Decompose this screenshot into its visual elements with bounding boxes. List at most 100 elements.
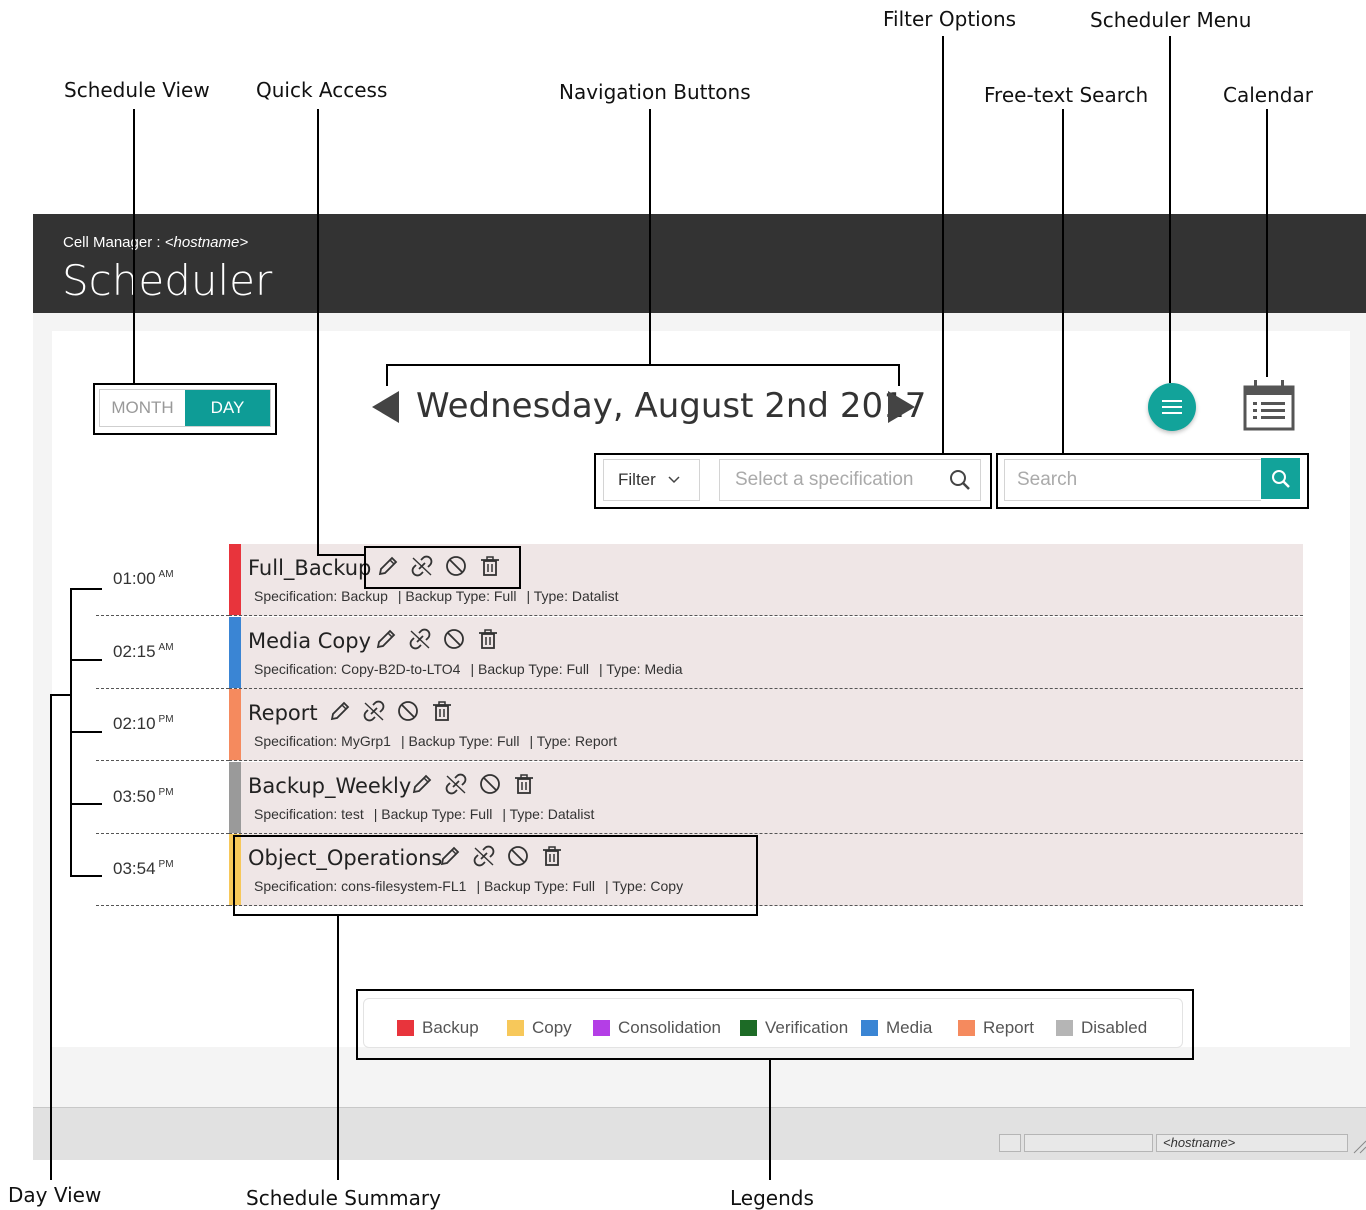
- time-separator: [96, 760, 229, 761]
- quick-access-actions: [328, 699, 454, 728]
- schedule-row[interactable]: Media Copy Specification: Copy-B2D-to-LTO…: [229, 617, 1303, 689]
- backup-type-label: | Backup Type:: [397, 588, 494, 604]
- leader-line: [133, 109, 135, 384]
- callout-legends: Legends: [730, 1186, 814, 1210]
- time-ampm: AM: [158, 569, 174, 581]
- schedule-row[interactable]: Report Specification: MyGrp1 | Backup Type…: [229, 689, 1303, 761]
- schedule-details: Specification: MyGrp1 | Backup Type: Full…: [254, 733, 617, 749]
- edit-icon[interactable]: [328, 699, 352, 728]
- cell-manager-hostname: <hostname>: [164, 234, 249, 251]
- leader-line: [1062, 109, 1064, 454]
- schedule-row[interactable]: Backup_Weekly Specification: test | Backup…: [229, 762, 1303, 834]
- disable-icon[interactable]: [442, 627, 466, 656]
- spec-value: Backup: [341, 588, 388, 604]
- time-value: 02:15: [113, 642, 156, 661]
- leader-line: [337, 914, 339, 1180]
- spec-value: MyGrp1: [341, 733, 391, 749]
- schedule-details: Specification: Copy-B2D-to-LTO4 | Backup …: [254, 661, 683, 677]
- callout-navigation-buttons: Navigation Buttons: [559, 80, 751, 104]
- type-value: Datalist: [571, 588, 619, 604]
- status-hostname: <hostname>: [1156, 1134, 1348, 1152]
- edit-icon[interactable]: [410, 772, 434, 801]
- type-value: Report: [574, 733, 617, 749]
- backup-type-value: Full: [469, 806, 493, 822]
- disable-icon[interactable]: [478, 772, 502, 801]
- backup-type-label: | Backup Type:: [373, 806, 470, 822]
- time-ampm: PM: [158, 787, 174, 799]
- type-value: Datalist: [547, 806, 595, 822]
- callout-schedule-view: Schedule View: [64, 78, 210, 102]
- next-day-icon[interactable]: [886, 390, 916, 424]
- leader-line: [769, 1058, 771, 1180]
- leader-line: [70, 875, 102, 877]
- quick-access-actions: [410, 772, 536, 801]
- backup-type-value: Full: [493, 588, 517, 604]
- edit-icon[interactable]: [374, 627, 398, 656]
- time-value: 03:50: [113, 787, 156, 806]
- backup-type-label: | Backup Type:: [470, 661, 567, 677]
- schedule-name[interactable]: Media Copy: [248, 629, 371, 653]
- time-label: 02:15 AM: [113, 642, 174, 662]
- type-label: | Type:: [502, 806, 548, 822]
- callout-scheduler-menu: Scheduler Menu: [1090, 8, 1252, 32]
- time-separator: [96, 688, 229, 689]
- leader-line: [50, 694, 52, 1180]
- callout-quick-access: Quick Access: [256, 78, 388, 102]
- time-value: 03:54: [113, 859, 156, 878]
- callout-calendar: Calendar: [1223, 83, 1313, 107]
- spec-label: Specification:: [254, 806, 342, 822]
- disable-icon[interactable]: [396, 699, 420, 728]
- unlink-icon[interactable]: [362, 699, 386, 728]
- leader-line: [70, 659, 102, 661]
- schedule-type-stripe: [229, 689, 241, 760]
- highlight-box: [996, 453, 1309, 509]
- callout-schedule-summary: Schedule Summary: [246, 1186, 441, 1210]
- type-value: Media: [644, 661, 683, 677]
- leader-line: [70, 803, 102, 805]
- leader-line: [386, 364, 388, 386]
- calendar-icon[interactable]: [1241, 377, 1297, 433]
- time-separator: [96, 615, 229, 616]
- leader-line: [649, 109, 651, 365]
- leader-line: [50, 694, 71, 696]
- type-label: | Type:: [529, 733, 575, 749]
- previous-day-icon[interactable]: [371, 390, 401, 424]
- schedule-name[interactable]: Full_Backup: [248, 556, 371, 580]
- leader-line: [70, 588, 102, 590]
- leader-line: [70, 731, 102, 733]
- spec-value: test: [341, 806, 364, 822]
- time-ampm: AM: [158, 642, 174, 654]
- time-label: 03:50 PM: [113, 787, 174, 807]
- time-value: 02:10: [113, 714, 156, 733]
- delete-icon[interactable]: [476, 627, 500, 656]
- page-title: Scheduler: [62, 256, 273, 305]
- type-label: | Type:: [526, 588, 572, 604]
- spec-label: Specification:: [254, 588, 342, 604]
- spec-label: Specification:: [254, 661, 342, 677]
- resize-grip-icon[interactable]: [1352, 1138, 1366, 1154]
- callout-filter-options: Filter Options: [883, 7, 1017, 31]
- highlight-box: [93, 383, 277, 435]
- highlight-box: [233, 835, 758, 916]
- time-separator: [96, 905, 229, 906]
- leader-line: [898, 364, 900, 386]
- spec-label: Specification:: [254, 733, 342, 749]
- unlink-icon[interactable]: [444, 772, 468, 801]
- schedule-name[interactable]: Backup_Weekly: [248, 774, 411, 798]
- delete-icon[interactable]: [430, 699, 454, 728]
- unlink-icon[interactable]: [408, 627, 432, 656]
- time-label: 01:00 AM: [113, 569, 174, 589]
- scheduler-menu-button[interactable]: [1148, 383, 1196, 431]
- schedule-name[interactable]: Report: [248, 701, 318, 725]
- schedule-type-stripe: [229, 544, 241, 615]
- time-label: 03:54 PM: [113, 859, 174, 879]
- cell-manager-text: Cell Manager :: [63, 234, 165, 251]
- backup-type-value: Full: [566, 661, 590, 677]
- leader-line: [317, 109, 319, 555]
- type-label: | Type:: [599, 661, 645, 677]
- backup-type-label: | Backup Type:: [400, 733, 497, 749]
- callout-free-text-search: Free-text Search: [984, 83, 1149, 107]
- callout-day-view: Day View: [8, 1183, 102, 1207]
- delete-icon[interactable]: [512, 772, 536, 801]
- leader-line: [1266, 109, 1268, 377]
